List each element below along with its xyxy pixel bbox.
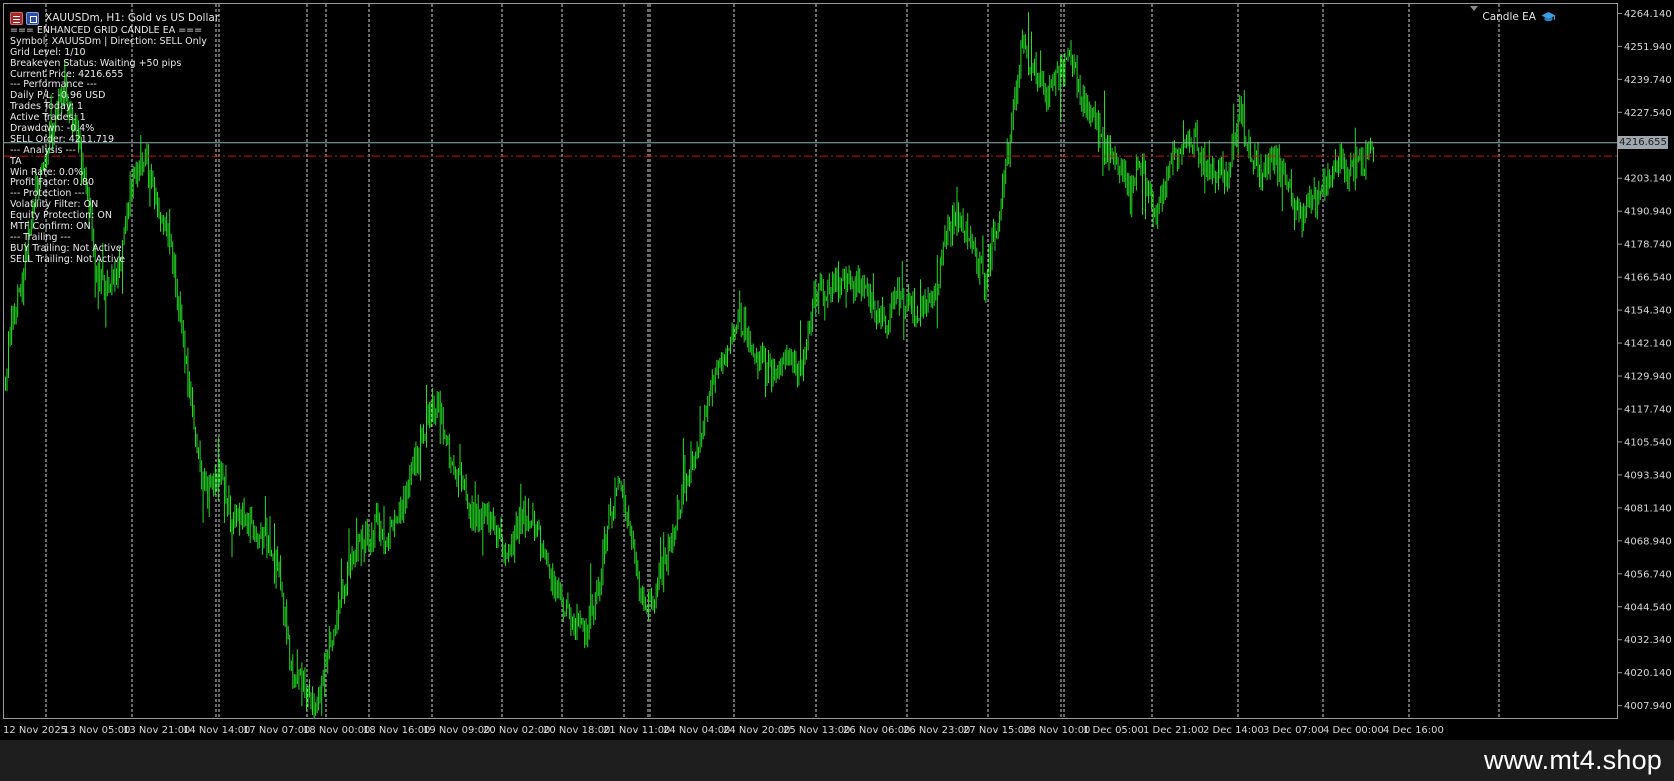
current-price-label: 4216.655 <box>1618 135 1668 149</box>
time-tick-label: 13 Nov 05:00 <box>63 725 130 736</box>
chart-window[interactable]: XAUUSDm, H1: Gold vs US Dollar === ENHAN… <box>0 0 1674 740</box>
price-tick-label: 4129.940 <box>1624 372 1672 383</box>
period-separators <box>45 4 1500 718</box>
ea-info-line: Breakeven Status: Waiting +50 pips <box>10 57 182 69</box>
price-tick-label: 4178.740 <box>1624 240 1672 251</box>
time-tick-label: 4 Dec 16:00 <box>1383 725 1444 736</box>
price-tick-label: 4264.140 <box>1624 9 1672 20</box>
graduation-cap-icon[interactable] <box>1541 11 1556 23</box>
price-tick-label: 4081.140 <box>1624 503 1672 514</box>
time-axis[interactable]: 12 Nov 2025 13 Nov 05:00 13 Nov 21:00 14 No… <box>0 719 1674 740</box>
price-tick-label: 4142.140 <box>1624 339 1672 350</box>
time-tick-label: 20 Nov 18:00 <box>543 725 610 736</box>
price-tick-label: 4007.940 <box>1624 701 1672 712</box>
time-tick-label: 18 Nov 00:00 <box>303 725 370 736</box>
chart-menu-icon[interactable] <box>10 11 23 25</box>
price-tick-label: 4166.540 <box>1624 273 1672 284</box>
time-tick-label: 1 Dec 21:00 <box>1143 725 1204 736</box>
price-tick-label: 4117.740 <box>1624 404 1672 415</box>
chart-title: XAUUSDm, H1: Gold vs US Dollar <box>45 12 220 24</box>
ea-info-line: --- Analysis --- <box>10 144 76 156</box>
time-tick-label: 12 Nov 2025 <box>3 725 67 736</box>
time-tick-label: 28 Nov 10:00 <box>1023 725 1090 736</box>
time-tick-label: 4 Dec 00:00 <box>1323 725 1384 736</box>
ea-status-panel: === ENHANCED GRID CANDLE EA === Symbol: X… <box>10 25 207 266</box>
footer-banner: www.mt4.shop <box>0 740 1674 781</box>
chart-window-icon[interactable] <box>26 11 39 25</box>
time-tick-label: 13 Nov 21:00 <box>123 725 190 736</box>
price-chart[interactable] <box>4 4 1618 719</box>
time-tick-label: 26 Nov 23:00 <box>903 725 970 736</box>
ea-info-line: SELL Trailing: Not Active <box>10 253 126 265</box>
time-tick-label: 27 Nov 15:00 <box>963 725 1030 736</box>
price-tick-label: 4105.540 <box>1624 437 1672 448</box>
chart-title-bar: XAUUSDm, H1: Gold vs US Dollar <box>10 10 219 26</box>
time-tick-label: 21 Nov 11:00 <box>603 725 670 736</box>
time-tick-label: 17 Nov 07:00 <box>243 725 310 736</box>
time-tick-label: 25 Nov 13:00 <box>783 725 850 736</box>
price-tick-label: 4227.540 <box>1624 108 1672 119</box>
price-tick-label: 4251.940 <box>1624 42 1672 53</box>
time-tick-label: 14 Nov 14:00 <box>183 725 250 736</box>
price-tick-label: 4020.140 <box>1624 668 1672 679</box>
expert-advisor-badge[interactable]: Candle EA <box>1482 11 1556 23</box>
price-tick-label: 4032.340 <box>1624 635 1672 646</box>
plot-area[interactable]: XAUUSDm, H1: Gold vs US Dollar === ENHAN… <box>3 3 1618 719</box>
candles <box>5 12 1374 718</box>
time-tick-label: 2 Dec 14:00 <box>1203 725 1264 736</box>
ea-info-line: TA <box>10 155 22 167</box>
time-tick-label: 26 Nov 06:00 <box>843 725 910 736</box>
scroll-marker-icon[interactable] <box>1470 6 1478 11</box>
price-tick-label: 4068.940 <box>1624 536 1672 547</box>
price-tick-label: 4154.340 <box>1624 306 1672 317</box>
time-tick-label: 24 Nov 20:00 <box>723 725 790 736</box>
time-tick-label: 3 Dec 07:00 <box>1263 725 1324 736</box>
price-tick-label: 4239.740 <box>1624 75 1672 86</box>
price-tick-label: 4190.940 <box>1624 207 1672 218</box>
price-tick-label: 4044.540 <box>1624 602 1672 613</box>
time-tick-label: 20 Nov 02:00 <box>483 725 550 736</box>
price-tick-label: 4056.740 <box>1624 569 1672 580</box>
price-tick-label: 4093.340 <box>1624 470 1672 481</box>
time-tick-label: 18 Nov 16:00 <box>363 725 430 736</box>
time-tick-label: 1 Dec 05:00 <box>1083 725 1144 736</box>
ea-name: Candle EA <box>1482 11 1536 23</box>
price-axis[interactable]: 4264.140 4251.940 4239.740 4227.540 4203.140… <box>1618 3 1674 719</box>
time-tick-label: 19 Nov 09:00 <box>423 725 490 736</box>
price-tick-label: 4203.140 <box>1624 174 1672 185</box>
watermark: www.mt4.shop <box>1484 745 1662 775</box>
time-tick-label: 24 Nov 04:00 <box>663 725 730 736</box>
